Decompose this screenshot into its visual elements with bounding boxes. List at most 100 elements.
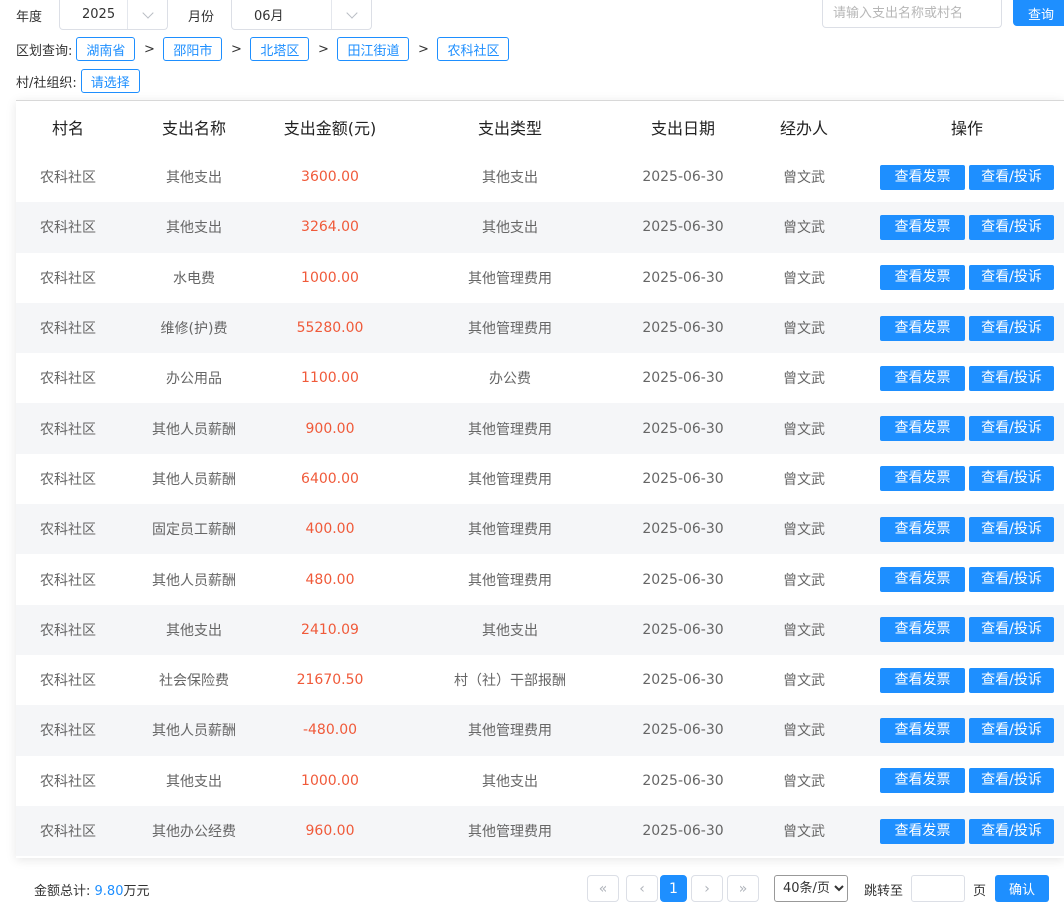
cell-handler: 曾文武 bbox=[783, 773, 825, 790]
view-invoice-button[interactable]: 查看发票 bbox=[880, 466, 965, 492]
view-invoice-button[interactable]: 查看发票 bbox=[880, 667, 965, 693]
view-complaint-button[interactable]: 查看/投诉 bbox=[969, 164, 1054, 190]
org-label: 村/社组织: bbox=[16, 75, 77, 91]
first-page-icon[interactable]: « bbox=[587, 875, 619, 902]
view-complaint-button[interactable]: 查看/投诉 bbox=[969, 466, 1054, 492]
cell-type: 办公费 bbox=[489, 371, 531, 388]
cell-actions: 查看发票 查看/投诉 bbox=[870, 403, 1064, 454]
view-invoice-button[interactable]: 查看发票 bbox=[880, 214, 965, 240]
cell-type: 其他管理费用 bbox=[392, 302, 628, 354]
cell-date: 2025-06-30 bbox=[642, 169, 724, 186]
view-invoice-button[interactable]: 查看发票 bbox=[880, 717, 965, 743]
cell-handler: 曾文武 bbox=[738, 302, 870, 354]
view-complaint-button[interactable]: 查看/投诉 bbox=[969, 768, 1054, 794]
cell-expense-name: 办公用品 bbox=[166, 371, 222, 388]
year-select[interactable]: 2025 bbox=[59, 0, 168, 30]
year-label: 年度 bbox=[16, 10, 43, 25]
region-label: 区划查询: bbox=[16, 43, 73, 59]
query-button[interactable]: 查询 bbox=[1013, 0, 1064, 26]
view-invoice-button[interactable]: 查看发票 bbox=[880, 416, 965, 442]
view-complaint-button[interactable]: 查看/投诉 bbox=[969, 315, 1054, 341]
header-expense-name: 支出名称 bbox=[120, 101, 268, 152]
cell-type: 其他管理费用 bbox=[392, 705, 628, 756]
view-complaint-button[interactable]: 查看/投诉 bbox=[969, 667, 1054, 693]
view-complaint-button[interactable]: 查看/投诉 bbox=[969, 717, 1054, 743]
cell-expense-name: 其他人员薪酬 bbox=[120, 705, 268, 756]
view-invoice-button[interactable]: 查看发票 bbox=[880, 617, 965, 643]
cell-type: 其他管理费用 bbox=[392, 805, 628, 857]
view-complaint-button[interactable]: 查看/投诉 bbox=[969, 365, 1054, 391]
view-complaint-button[interactable]: 查看/投诉 bbox=[969, 617, 1054, 643]
cell-amount: 480.00 bbox=[305, 571, 355, 588]
view-invoice-button[interactable]: 查看发票 bbox=[880, 516, 965, 542]
cell-actions: 查看发票 查看/投诉 bbox=[870, 454, 1064, 504]
total-value: 9.80 bbox=[94, 884, 124, 899]
view-invoice-button[interactable]: 查看发票 bbox=[880, 315, 965, 341]
region-tag-community[interactable]: 农科社区 bbox=[437, 37, 510, 61]
cell-amount: 900.00 bbox=[268, 403, 392, 454]
last-page-icon[interactable]: » bbox=[727, 875, 759, 902]
header-village: 村名 bbox=[16, 101, 120, 152]
cell-expense-name: 其他办公经费 bbox=[120, 805, 268, 857]
total-label: 金额总计: bbox=[34, 884, 91, 899]
cell-expense-name: 社会保险费 bbox=[159, 673, 229, 690]
table-row: 农科社区 社会保险费 21670.50 村（社）干部报酬 2025-06-30 曾文武 查看… bbox=[16, 655, 1064, 705]
jump-page-input[interactable] bbox=[911, 875, 965, 902]
cell-handler: 曾文武 bbox=[783, 572, 825, 589]
cell-amount: 2410.09 bbox=[268, 604, 392, 655]
region-tag-street[interactable]: 田江街道 bbox=[337, 37, 410, 61]
table-row: 农科社区 水电费 1000.00 其他管理费用 2025-06-30 曾文武 查看发票 查看/… bbox=[16, 253, 1064, 303]
cell-type: 其他管理费用 bbox=[392, 504, 628, 555]
view-invoice-button[interactable]: 查看发票 bbox=[880, 818, 965, 844]
region-tag-district[interactable]: 北塔区 bbox=[250, 37, 310, 61]
cell-handler: 曾文武 bbox=[783, 673, 825, 690]
cell-amount: 960.00 bbox=[268, 805, 392, 857]
search-input[interactable] bbox=[822, 0, 1002, 28]
view-invoice-button[interactable]: 查看发票 bbox=[880, 164, 965, 190]
header-handler: 经办人 bbox=[738, 101, 870, 152]
cell-village: 农科社区 bbox=[16, 805, 120, 857]
total-amount: 金额总计: 9.80万元 bbox=[34, 880, 150, 899]
year-value: 2025 bbox=[82, 7, 116, 22]
region-tag-city[interactable]: 邵阳市 bbox=[163, 37, 223, 61]
cell-expense-name: 其他支出 bbox=[120, 604, 268, 655]
cell-type: 其他支出 bbox=[482, 773, 538, 790]
breadcrumb-separator: > bbox=[230, 41, 242, 57]
view-invoice-button[interactable]: 查看发票 bbox=[880, 365, 965, 391]
view-invoice-button[interactable]: 查看发票 bbox=[880, 567, 965, 593]
cell-amount: 3600.00 bbox=[301, 169, 359, 186]
page-number-button[interactable]: 1 bbox=[660, 875, 687, 902]
cell-date: 2025-06-30 bbox=[642, 672, 724, 689]
table-row: 农科社区 其他人员薪酬 480.00 其他管理费用 2025-06-30 曾文武 查看发票查… bbox=[16, 554, 1064, 604]
cell-village: 农科社区 bbox=[40, 673, 96, 690]
cell-village: 农科社区 bbox=[16, 604, 120, 655]
view-invoice-button[interactable]: 查看发票 bbox=[880, 265, 965, 291]
view-complaint-button[interactable]: 查看/投诉 bbox=[969, 567, 1054, 593]
next-page-icon[interactable]: › bbox=[691, 875, 723, 902]
prev-page-icon[interactable]: ‹ bbox=[626, 875, 658, 902]
cell-amount: 6400.00 bbox=[301, 470, 359, 487]
view-complaint-button[interactable]: 查看/投诉 bbox=[969, 416, 1054, 442]
confirm-button[interactable]: 确认 bbox=[995, 875, 1049, 902]
expense-table: 村名 支出名称 支出金额(元) 支出类型 支出日期 经办人 操作 农科社区 其他支… bbox=[16, 100, 1064, 858]
view-complaint-button[interactable]: 查看/投诉 bbox=[969, 214, 1054, 240]
view-complaint-button[interactable]: 查看/投诉 bbox=[969, 516, 1054, 542]
cell-date: 2025-06-30 bbox=[642, 370, 724, 387]
region-tag-province[interactable]: 湖南省 bbox=[76, 37, 136, 61]
org-select-button[interactable]: 请选择 bbox=[80, 69, 140, 93]
cell-actions: 查看发票 查看/投诉 bbox=[870, 504, 1064, 555]
cell-actions: 查看发票 查看/投诉 bbox=[870, 604, 1064, 655]
month-select[interactable]: 06月 bbox=[231, 0, 372, 30]
view-complaint-button[interactable]: 查看/投诉 bbox=[969, 265, 1054, 291]
cell-actions: 查看发票 查看/投诉 bbox=[870, 655, 1064, 705]
pagination-bar: 金额总计: 9.80万元 « ‹ 1 › » 40条/页 跳转至 页 确认 bbox=[0, 872, 1064, 904]
org-filter: 村/社组织: 请选择 bbox=[16, 68, 140, 94]
cell-actions: 查看发票 查看/投诉 bbox=[870, 805, 1064, 857]
breadcrumb-separator: > bbox=[143, 41, 155, 57]
cell-type: 其他管理费用 bbox=[468, 572, 552, 589]
view-complaint-button[interactable]: 查看/投诉 bbox=[969, 818, 1054, 844]
view-invoice-button[interactable]: 查看发票 bbox=[880, 768, 965, 794]
cell-date: 2025-06-30 bbox=[642, 470, 724, 487]
page-size-select[interactable]: 40条/页 bbox=[774, 875, 848, 902]
cell-handler: 曾文武 bbox=[738, 805, 870, 857]
